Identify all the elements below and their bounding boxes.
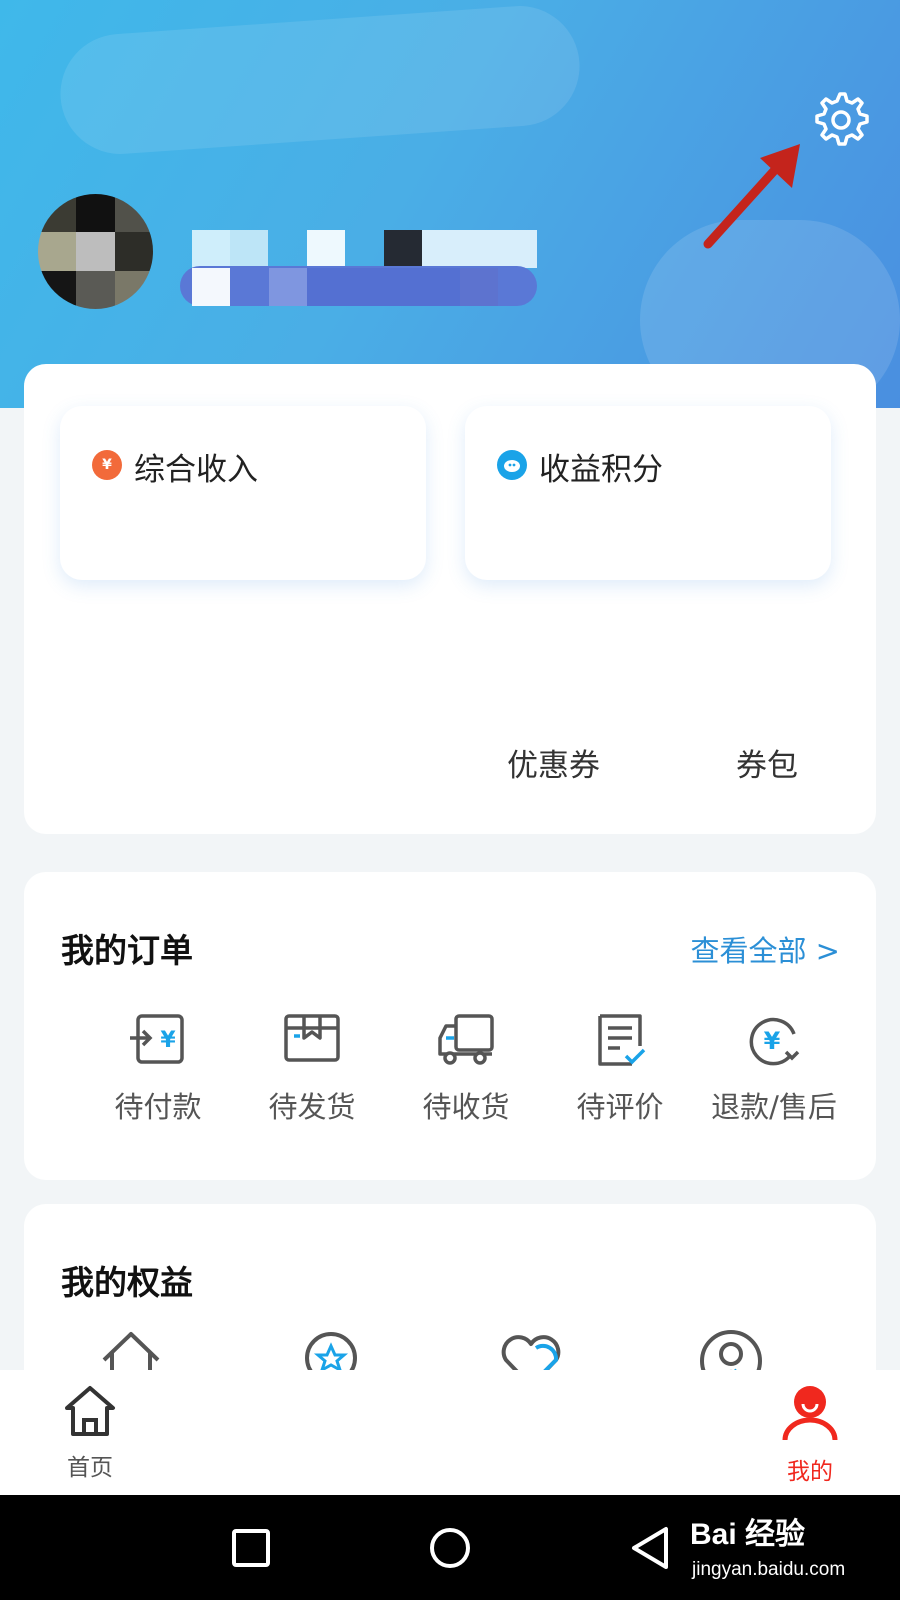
bottom-tab-bar: 首页 我的	[0, 1370, 900, 1495]
watermark-sub: jingyan.baidu.com	[692, 1559, 846, 1580]
user-profile-icon	[782, 1386, 838, 1441]
review-icon	[598, 1014, 646, 1066]
tab-home[interactable]: 首页	[30, 1384, 150, 1482]
income-label: 综合收入	[134, 452, 258, 488]
svg-text:¥: ¥	[764, 1027, 781, 1055]
recents-button[interactable]	[228, 1525, 274, 1571]
order-item-label: 待付款	[114, 1090, 202, 1124]
view-all-orders-link[interactable]: 查看全部 >	[690, 928, 840, 970]
username-mosaic	[180, 230, 537, 308]
orders-card: 我的订单 查看全部 > ¥ 待付款 待发货 待收货 待评价 ¥ 退款/售后	[24, 872, 876, 1180]
assets-card: ¥ 综合收入 收益积分 优惠券 券包	[24, 364, 876, 834]
avatar[interactable]	[38, 194, 153, 309]
order-refund[interactable]: ¥ 退款/售后	[694, 1012, 854, 1142]
svg-text:¥: ¥	[160, 1028, 176, 1053]
order-item-label: 待评价	[576, 1090, 664, 1124]
home-icon	[65, 1386, 115, 1436]
order-item-label: 待发货	[268, 1090, 356, 1124]
refund-icon: ¥	[749, 1017, 800, 1066]
order-pending-receipt[interactable]: 待收货	[386, 1012, 546, 1142]
back-button[interactable]	[628, 1525, 674, 1571]
orders-title: 我的订单	[61, 931, 193, 970]
baidu-watermark: Bai 经验 jingyan.baidu.com	[690, 1507, 890, 1591]
income-card[interactable]: ¥ 综合收入	[60, 406, 426, 580]
tab-mine[interactable]: 我的	[750, 1384, 870, 1486]
annotation-arrow	[703, 144, 800, 249]
money-bag-icon: ¥	[92, 450, 122, 480]
order-pending-review[interactable]: 待评价	[540, 1012, 700, 1142]
pending-payment-icon: ¥	[130, 1014, 184, 1064]
tab-mine-label: 我的	[787, 1459, 833, 1485]
points-card[interactable]: 收益积分	[465, 406, 831, 580]
home-button[interactable]	[427, 1525, 473, 1571]
order-item-label: 待收货	[422, 1090, 510, 1124]
pending-shipment-icon	[284, 1014, 340, 1062]
coupon-link[interactable]: 优惠券	[507, 740, 600, 785]
order-pending-shipment[interactable]: 待发货	[232, 1012, 392, 1142]
points-label: 收益积分	[539, 452, 663, 488]
tab-home-label: 首页	[67, 1455, 113, 1481]
wallet-link[interactable]: 券包	[736, 740, 798, 785]
system-nav-bar: Bai 经验 jingyan.baidu.com	[0, 1495, 900, 1600]
order-pending-payment[interactable]: ¥ 待付款	[78, 1012, 238, 1142]
benefits-title: 我的权益	[61, 1263, 193, 1302]
watermark-main: Bai 经验	[690, 1518, 806, 1551]
delivery-truck-icon	[438, 1014, 494, 1065]
gear-icon[interactable]	[808, 88, 872, 152]
piggy-bank-icon	[497, 450, 527, 480]
order-item-label: 退款/售后	[711, 1090, 837, 1124]
